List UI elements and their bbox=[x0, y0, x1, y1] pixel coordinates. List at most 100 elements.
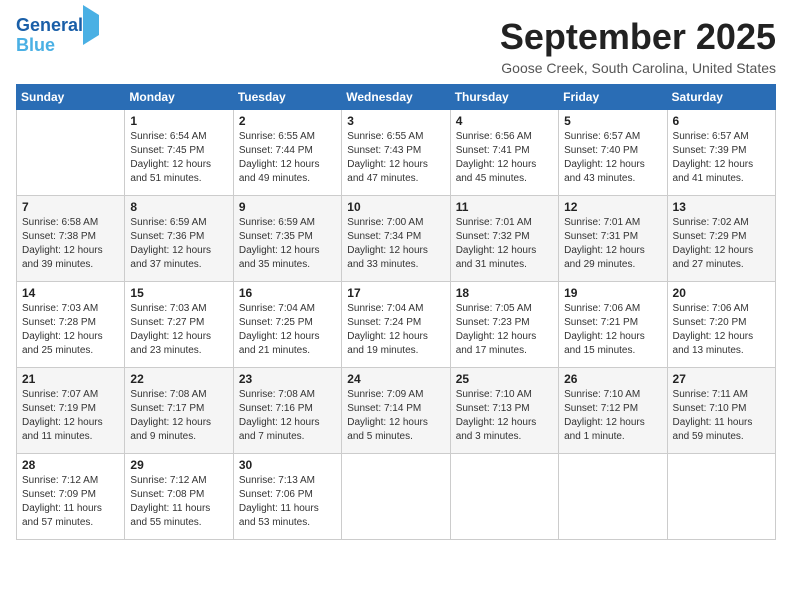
header-thursday: Thursday bbox=[450, 85, 558, 110]
sunset-text: Sunset: 7:24 PM bbox=[347, 316, 444, 330]
sunset-text: Sunset: 7:13 PM bbox=[456, 402, 553, 416]
table-row: 27 Sunrise: 7:11 AM Sunset: 7:10 PM Dayl… bbox=[667, 368, 775, 454]
sunrise-text: Sunrise: 7:11 AM bbox=[673, 388, 770, 402]
sunset-text: Sunset: 7:40 PM bbox=[564, 144, 661, 158]
table-row: 18 Sunrise: 7:05 AM Sunset: 7:23 PM Dayl… bbox=[450, 282, 558, 368]
day-number: 1 bbox=[130, 114, 227, 128]
daylight-text: Daylight: 12 hours and 3 minutes. bbox=[456, 416, 553, 444]
day-number: 5 bbox=[564, 114, 661, 128]
table-row: 22 Sunrise: 7:08 AM Sunset: 7:17 PM Dayl… bbox=[125, 368, 233, 454]
sunset-text: Sunset: 7:08 PM bbox=[130, 488, 227, 502]
daylight-text: Daylight: 12 hours and 37 minutes. bbox=[130, 244, 227, 272]
header-wednesday: Wednesday bbox=[342, 85, 450, 110]
day-number: 14 bbox=[22, 286, 119, 300]
logo-text: General Blue bbox=[16, 16, 99, 56]
header-friday: Friday bbox=[559, 85, 667, 110]
day-number: 2 bbox=[239, 114, 336, 128]
day-number: 28 bbox=[22, 458, 119, 472]
sunset-text: Sunset: 7:34 PM bbox=[347, 230, 444, 244]
sunset-text: Sunset: 7:27 PM bbox=[130, 316, 227, 330]
sunset-text: Sunset: 7:21 PM bbox=[564, 316, 661, 330]
day-number: 16 bbox=[239, 286, 336, 300]
table-row bbox=[667, 454, 775, 540]
table-row: 17 Sunrise: 7:04 AM Sunset: 7:24 PM Dayl… bbox=[342, 282, 450, 368]
table-row: 11 Sunrise: 7:01 AM Sunset: 7:32 PM Dayl… bbox=[450, 196, 558, 282]
sunrise-text: Sunrise: 6:55 AM bbox=[347, 130, 444, 144]
sunrise-text: Sunrise: 6:58 AM bbox=[22, 216, 119, 230]
daylight-text: Daylight: 12 hours and 1 minute. bbox=[564, 416, 661, 444]
sunset-text: Sunset: 7:12 PM bbox=[564, 402, 661, 416]
sunrise-text: Sunrise: 7:01 AM bbox=[456, 216, 553, 230]
calendar-week-row: 7 Sunrise: 6:58 AM Sunset: 7:38 PM Dayli… bbox=[17, 196, 776, 282]
sunrise-text: Sunrise: 7:03 AM bbox=[22, 302, 119, 316]
day-number: 26 bbox=[564, 372, 661, 386]
daylight-text: Daylight: 12 hours and 25 minutes. bbox=[22, 330, 119, 358]
day-number: 21 bbox=[22, 372, 119, 386]
daylight-text: Daylight: 12 hours and 17 minutes. bbox=[456, 330, 553, 358]
logo: General Blue bbox=[16, 16, 99, 56]
table-row: 19 Sunrise: 7:06 AM Sunset: 7:21 PM Dayl… bbox=[559, 282, 667, 368]
day-number: 23 bbox=[239, 372, 336, 386]
table-row: 5 Sunrise: 6:57 AM Sunset: 7:40 PM Dayli… bbox=[559, 110, 667, 196]
sunset-text: Sunset: 7:28 PM bbox=[22, 316, 119, 330]
daylight-text: Daylight: 11 hours and 53 minutes. bbox=[239, 502, 336, 530]
sunrise-text: Sunrise: 6:55 AM bbox=[239, 130, 336, 144]
sunrise-text: Sunrise: 7:04 AM bbox=[347, 302, 444, 316]
sunrise-text: Sunrise: 7:12 AM bbox=[130, 474, 227, 488]
sunset-text: Sunset: 7:19 PM bbox=[22, 402, 119, 416]
table-row: 2 Sunrise: 6:55 AM Sunset: 7:44 PM Dayli… bbox=[233, 110, 341, 196]
table-row: 28 Sunrise: 7:12 AM Sunset: 7:09 PM Dayl… bbox=[17, 454, 125, 540]
daylight-text: Daylight: 12 hours and 11 minutes. bbox=[22, 416, 119, 444]
sunrise-text: Sunrise: 7:09 AM bbox=[347, 388, 444, 402]
sunrise-text: Sunrise: 7:06 AM bbox=[564, 302, 661, 316]
table-row bbox=[342, 454, 450, 540]
logo-arrow-icon bbox=[83, 5, 99, 45]
month-title: September 2025 bbox=[500, 16, 776, 58]
daylight-text: Daylight: 12 hours and 33 minutes. bbox=[347, 244, 444, 272]
day-number: 8 bbox=[130, 200, 227, 214]
day-number: 18 bbox=[456, 286, 553, 300]
day-number: 7 bbox=[22, 200, 119, 214]
day-number: 4 bbox=[456, 114, 553, 128]
day-number: 13 bbox=[673, 200, 770, 214]
location-text: Goose Creek, South Carolina, United Stat… bbox=[500, 60, 776, 76]
day-number: 27 bbox=[673, 372, 770, 386]
sunset-text: Sunset: 7:44 PM bbox=[239, 144, 336, 158]
calendar-week-row: 14 Sunrise: 7:03 AM Sunset: 7:28 PM Dayl… bbox=[17, 282, 776, 368]
day-number: 3 bbox=[347, 114, 444, 128]
table-row: 3 Sunrise: 6:55 AM Sunset: 7:43 PM Dayli… bbox=[342, 110, 450, 196]
sunset-text: Sunset: 7:14 PM bbox=[347, 402, 444, 416]
day-number: 6 bbox=[673, 114, 770, 128]
daylight-text: Daylight: 12 hours and 49 minutes. bbox=[239, 158, 336, 186]
page-header: General Blue September 2025 Goose Creek,… bbox=[16, 16, 776, 76]
daylight-text: Daylight: 12 hours and 47 minutes. bbox=[347, 158, 444, 186]
day-number: 20 bbox=[673, 286, 770, 300]
table-row: 30 Sunrise: 7:13 AM Sunset: 7:06 PM Dayl… bbox=[233, 454, 341, 540]
daylight-text: Daylight: 12 hours and 21 minutes. bbox=[239, 330, 336, 358]
sunrise-text: Sunrise: 7:02 AM bbox=[673, 216, 770, 230]
table-row: 9 Sunrise: 6:59 AM Sunset: 7:35 PM Dayli… bbox=[233, 196, 341, 282]
day-number: 17 bbox=[347, 286, 444, 300]
sunrise-text: Sunrise: 7:10 AM bbox=[456, 388, 553, 402]
sunset-text: Sunset: 7:31 PM bbox=[564, 230, 661, 244]
table-row: 15 Sunrise: 7:03 AM Sunset: 7:27 PM Dayl… bbox=[125, 282, 233, 368]
day-number: 22 bbox=[130, 372, 227, 386]
day-number: 30 bbox=[239, 458, 336, 472]
sunrise-text: Sunrise: 6:57 AM bbox=[673, 130, 770, 144]
sunrise-text: Sunrise: 6:54 AM bbox=[130, 130, 227, 144]
table-row bbox=[450, 454, 558, 540]
sunrise-text: Sunrise: 6:59 AM bbox=[130, 216, 227, 230]
sunrise-text: Sunrise: 7:03 AM bbox=[130, 302, 227, 316]
table-row: 10 Sunrise: 7:00 AM Sunset: 7:34 PM Dayl… bbox=[342, 196, 450, 282]
table-row: 12 Sunrise: 7:01 AM Sunset: 7:31 PM Dayl… bbox=[559, 196, 667, 282]
sunset-text: Sunset: 7:23 PM bbox=[456, 316, 553, 330]
sunrise-text: Sunrise: 6:59 AM bbox=[239, 216, 336, 230]
header-monday: Monday bbox=[125, 85, 233, 110]
daylight-text: Daylight: 11 hours and 59 minutes. bbox=[673, 416, 770, 444]
table-row: 21 Sunrise: 7:07 AM Sunset: 7:19 PM Dayl… bbox=[17, 368, 125, 454]
table-row: 20 Sunrise: 7:06 AM Sunset: 7:20 PM Dayl… bbox=[667, 282, 775, 368]
sunset-text: Sunset: 7:36 PM bbox=[130, 230, 227, 244]
sunset-text: Sunset: 7:38 PM bbox=[22, 230, 119, 244]
header-saturday: Saturday bbox=[667, 85, 775, 110]
daylight-text: Daylight: 12 hours and 9 minutes. bbox=[130, 416, 227, 444]
